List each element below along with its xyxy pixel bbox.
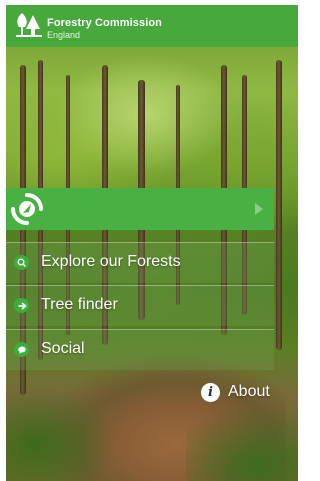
location-arrow-icon xyxy=(10,192,44,226)
speech-bubble-icon xyxy=(14,342,29,357)
about-label: About xyxy=(228,383,270,400)
menu-item-tree-finder[interactable]: Tree finder xyxy=(6,285,274,326)
search-icon xyxy=(14,255,29,270)
menu-item-explore-forests[interactable]: Explore our Forests xyxy=(6,242,274,283)
tree-logo-icon xyxy=(14,11,44,39)
app-header: Forestry Commission England xyxy=(6,5,298,47)
brand-subtitle: England xyxy=(47,30,81,40)
menu-label-social: Social xyxy=(41,340,85,357)
play-arrow-icon xyxy=(255,203,263,215)
info-icon: i xyxy=(201,382,220,402)
menu-label-tree-finder: Tree finder xyxy=(41,296,118,313)
about-button[interactable]: i About xyxy=(201,381,270,403)
app-screen: Forestry Commission England Explore our … xyxy=(6,5,298,481)
menu-label-explore: Explore our Forests xyxy=(41,253,181,270)
arrow-right-icon xyxy=(14,298,29,313)
brand-title: Forestry Commission xyxy=(47,17,162,29)
menu-item-social[interactable]: Social xyxy=(6,329,274,370)
location-banner[interactable] xyxy=(6,188,274,230)
